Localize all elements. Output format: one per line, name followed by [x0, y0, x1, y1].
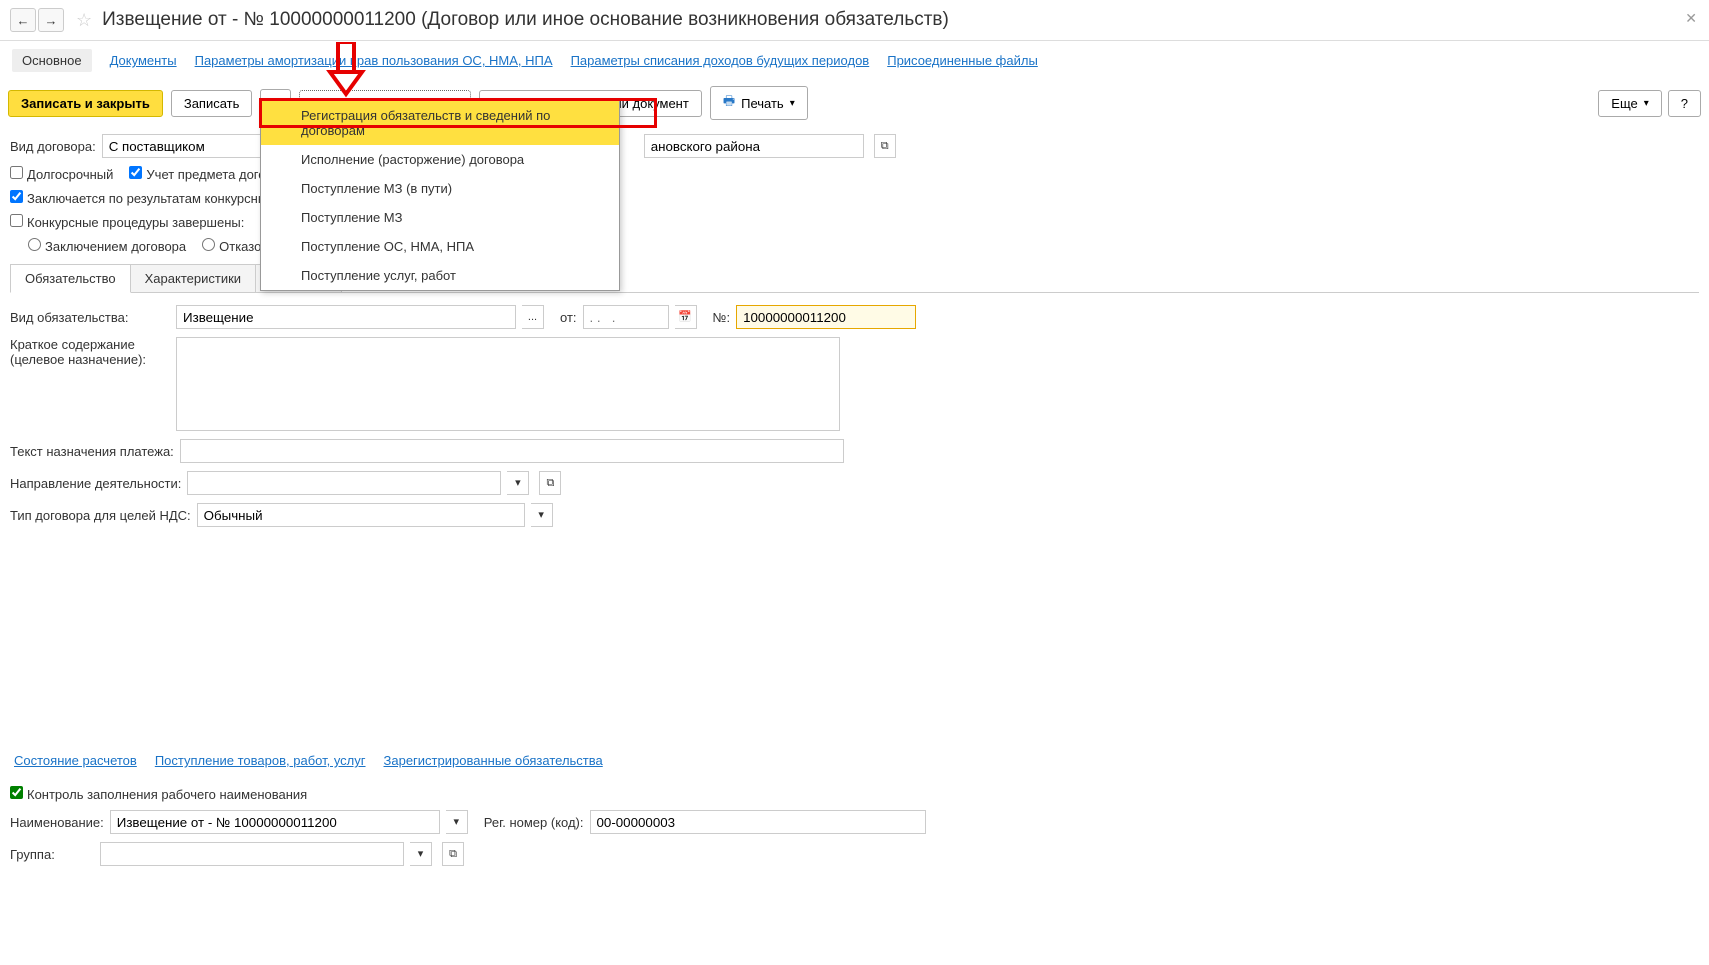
- reg-num-input[interactable]: [590, 810, 926, 834]
- name-input[interactable]: [110, 810, 440, 834]
- tab-content-obligation: Вид обязательства: ... от: 📅 №: Краткое …: [10, 292, 1699, 527]
- payment-text-input[interactable]: [180, 439, 844, 463]
- competitive-checkbox[interactable]: [10, 190, 23, 203]
- obligation-type-label: Вид обязательства:: [10, 310, 170, 325]
- create-based-dropdown: Регистрация обязательств и сведений по д…: [260, 100, 620, 291]
- obligation-type-select-button[interactable]: ...: [522, 305, 544, 329]
- print-button[interactable]: 🖶 Печать: [710, 86, 808, 120]
- page-title: Извещение от - № 10000000011200 (Договор…: [102, 9, 949, 31]
- activity-input[interactable]: [187, 471, 501, 495]
- num-label: №:: [713, 310, 731, 325]
- tab-characteristics[interactable]: Характеристики: [130, 264, 256, 293]
- toolbar: Записать и закрыть Записать ▤ Создать на…: [0, 80, 1709, 126]
- tab-docs[interactable]: Документы: [110, 53, 177, 68]
- printer-icon: 🖶: [723, 92, 735, 114]
- print-label: Печать: [741, 96, 784, 111]
- procedures-done-check-label[interactable]: Конкурсные процедуры завершены:: [10, 214, 244, 230]
- link-calc-state[interactable]: Состояние расчетов: [14, 753, 137, 768]
- date-picker-button[interactable]: 📅: [675, 305, 697, 329]
- more-button[interactable]: Еще: [1598, 90, 1661, 117]
- procedures-done-checkbox[interactable]: [10, 214, 23, 227]
- from-label: от:: [560, 310, 577, 325]
- save-close-button[interactable]: Записать и закрыть: [8, 90, 163, 117]
- by-contract-radio[interactable]: [28, 238, 41, 251]
- group-input[interactable]: [100, 842, 404, 866]
- activity-open-button[interactable]: ⧉: [539, 471, 561, 495]
- link-goods-receipt[interactable]: Поступление товаров, работ, услуг: [155, 753, 366, 768]
- group-open-button[interactable]: ⧉: [442, 842, 464, 866]
- contract-type-input[interactable]: [102, 134, 272, 158]
- top-form: Вид договора: ⧉ Долгосрочный Учет предме…: [0, 126, 1709, 543]
- group-dropdown-button[interactable]: ▾: [410, 842, 432, 866]
- tab-obligation[interactable]: Обязательство: [10, 264, 131, 293]
- longterm-checkbox[interactable]: [10, 166, 23, 179]
- control-fill-checkbox[interactable]: [10, 786, 23, 799]
- help-button[interactable]: ?: [1668, 90, 1701, 117]
- dropdown-item-register[interactable]: Регистрация обязательств и сведений по д…: [261, 101, 619, 145]
- dropdown-item-services[interactable]: Поступление услуг, работ: [261, 261, 619, 290]
- date-input[interactable]: [583, 305, 669, 329]
- summary-textarea[interactable]: [176, 337, 840, 431]
- group-label: Группа:: [10, 847, 94, 862]
- contractor-open-button[interactable]: ⧉: [874, 134, 896, 158]
- dropdown-item-mz-transit[interactable]: Поступление МЗ (в пути): [261, 174, 619, 203]
- tab-amort[interactable]: Параметры амортизации прав пользования О…: [195, 53, 553, 68]
- nav-back-button[interactable]: ←: [10, 8, 36, 32]
- by-contract-radio-label[interactable]: Заключением договора: [28, 238, 186, 254]
- nav-forward-button[interactable]: →: [38, 8, 64, 32]
- bottom-form: Контроль заполнения рабочего наименовани…: [0, 778, 1709, 882]
- footer-links: Состояние расчетов Поступление товаров, …: [0, 743, 1709, 778]
- obligation-type-input[interactable]: [176, 305, 516, 329]
- subject-checkbox[interactable]: [129, 166, 142, 179]
- tab-main[interactable]: Основное: [12, 49, 92, 72]
- vat-type-label: Тип договора для целей НДС:: [10, 508, 191, 523]
- num-input[interactable]: [736, 305, 916, 329]
- reg-num-label: Рег. номер (код):: [484, 815, 584, 830]
- tab-links: Основное Документы Параметры амортизации…: [0, 41, 1709, 80]
- link-registered[interactable]: Зарегистрированные обязательства: [384, 753, 603, 768]
- name-label: Наименование:: [10, 815, 104, 830]
- dropdown-item-mz[interactable]: Поступление МЗ: [261, 203, 619, 232]
- vat-type-dropdown-button[interactable]: ▾: [531, 503, 553, 527]
- control-fill-label[interactable]: Контроль заполнения рабочего наименовани…: [10, 786, 307, 802]
- save-button[interactable]: Записать: [171, 90, 253, 117]
- longterm-check-label[interactable]: Долгосрочный: [10, 166, 113, 182]
- star-icon[interactable]: ☆: [76, 10, 92, 31]
- activity-dropdown-button[interactable]: ▾: [507, 471, 529, 495]
- contractor-input[interactable]: [644, 134, 864, 158]
- close-icon[interactable]: ✕: [1685, 10, 1697, 27]
- vat-type-input[interactable]: [197, 503, 525, 527]
- payment-text-label: Текст назначения платежа:: [10, 444, 174, 459]
- activity-label: Направление деятельности:: [10, 476, 181, 491]
- summary-label: Краткое содержание (целевое назначение):: [10, 337, 170, 367]
- titlebar: ← → ☆ Извещение от - № 10000000011200 (Д…: [0, 0, 1709, 41]
- name-dropdown-button[interactable]: ▾: [446, 810, 468, 834]
- by-refusal-radio[interactable]: [202, 238, 215, 251]
- dropdown-item-os[interactable]: Поступление ОС, НМА, НПА: [261, 232, 619, 261]
- tab-income[interactable]: Параметры списания доходов будущих перио…: [571, 53, 870, 68]
- contract-type-label: Вид договора:: [10, 139, 96, 154]
- dropdown-item-execute[interactable]: Исполнение (расторжение) договора: [261, 145, 619, 174]
- tab-files[interactable]: Присоединенные файлы: [887, 53, 1038, 68]
